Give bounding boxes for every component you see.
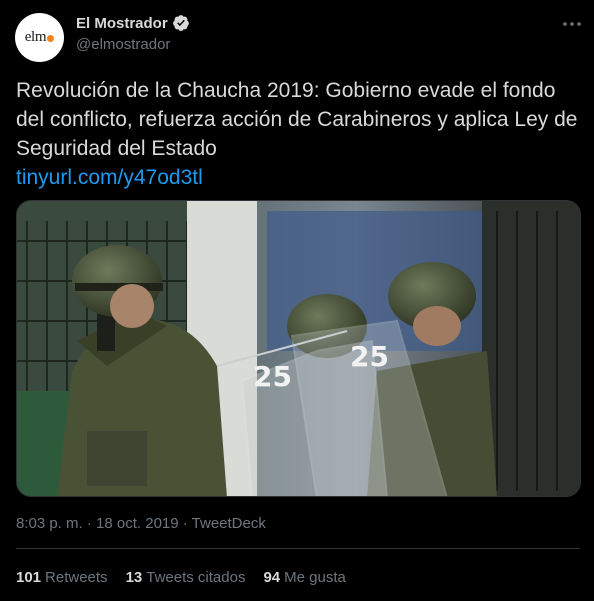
- avatar-logo-dot: [47, 35, 55, 42]
- tweet-stats: 101 Retweets 13 Tweets citados 94 Me gusta: [16, 569, 364, 586]
- tweet-card: elm El Mostrador @elmostrador Revolución…: [0, 0, 594, 601]
- likes-label: Me gusta: [284, 569, 346, 586]
- likes-count: 94: [263, 569, 281, 586]
- tweet-media-photo[interactable]: 25 25: [16, 200, 581, 497]
- shield-number-2: 25: [350, 340, 389, 373]
- avatar[interactable]: elm: [15, 13, 64, 62]
- quotes-stat[interactable]: 13 Tweets citados: [126, 569, 246, 586]
- retweets-label: Retweets: [45, 569, 108, 586]
- quotes-count: 13: [125, 569, 143, 586]
- divider: [16, 548, 580, 549]
- tweet-timestamp[interactable]: 8:03 p. m. · 18 oct. 2019 · TweetDeck: [16, 515, 266, 532]
- tweet-text: Revolución de la Chaucha 2019: Gobierno …: [16, 76, 581, 192]
- avatar-logo-text: elm: [24, 29, 47, 45]
- tweet-body: Revolución de la Chaucha 2019: Gobierno …: [16, 79, 578, 160]
- more-horizontal-icon[interactable]: [560, 14, 584, 34]
- photo-riot-police: 25 25: [17, 201, 580, 496]
- tweet-link[interactable]: tinyurl.com/y47od3tl: [16, 163, 581, 192]
- retweets-stat[interactable]: 101 Retweets: [16, 569, 108, 586]
- author-name-row: El Mostrador: [76, 14, 190, 32]
- quotes-label: Tweets citados: [146, 569, 246, 586]
- author-display-name[interactable]: El Mostrador: [76, 15, 168, 32]
- verified-badge-icon: [172, 14, 190, 32]
- retweets-count: 101: [16, 569, 42, 586]
- likes-stat[interactable]: 94 Me gusta: [263, 569, 345, 586]
- shield-number-1: 25: [253, 360, 292, 393]
- author-handle[interactable]: @elmostrador: [76, 36, 170, 53]
